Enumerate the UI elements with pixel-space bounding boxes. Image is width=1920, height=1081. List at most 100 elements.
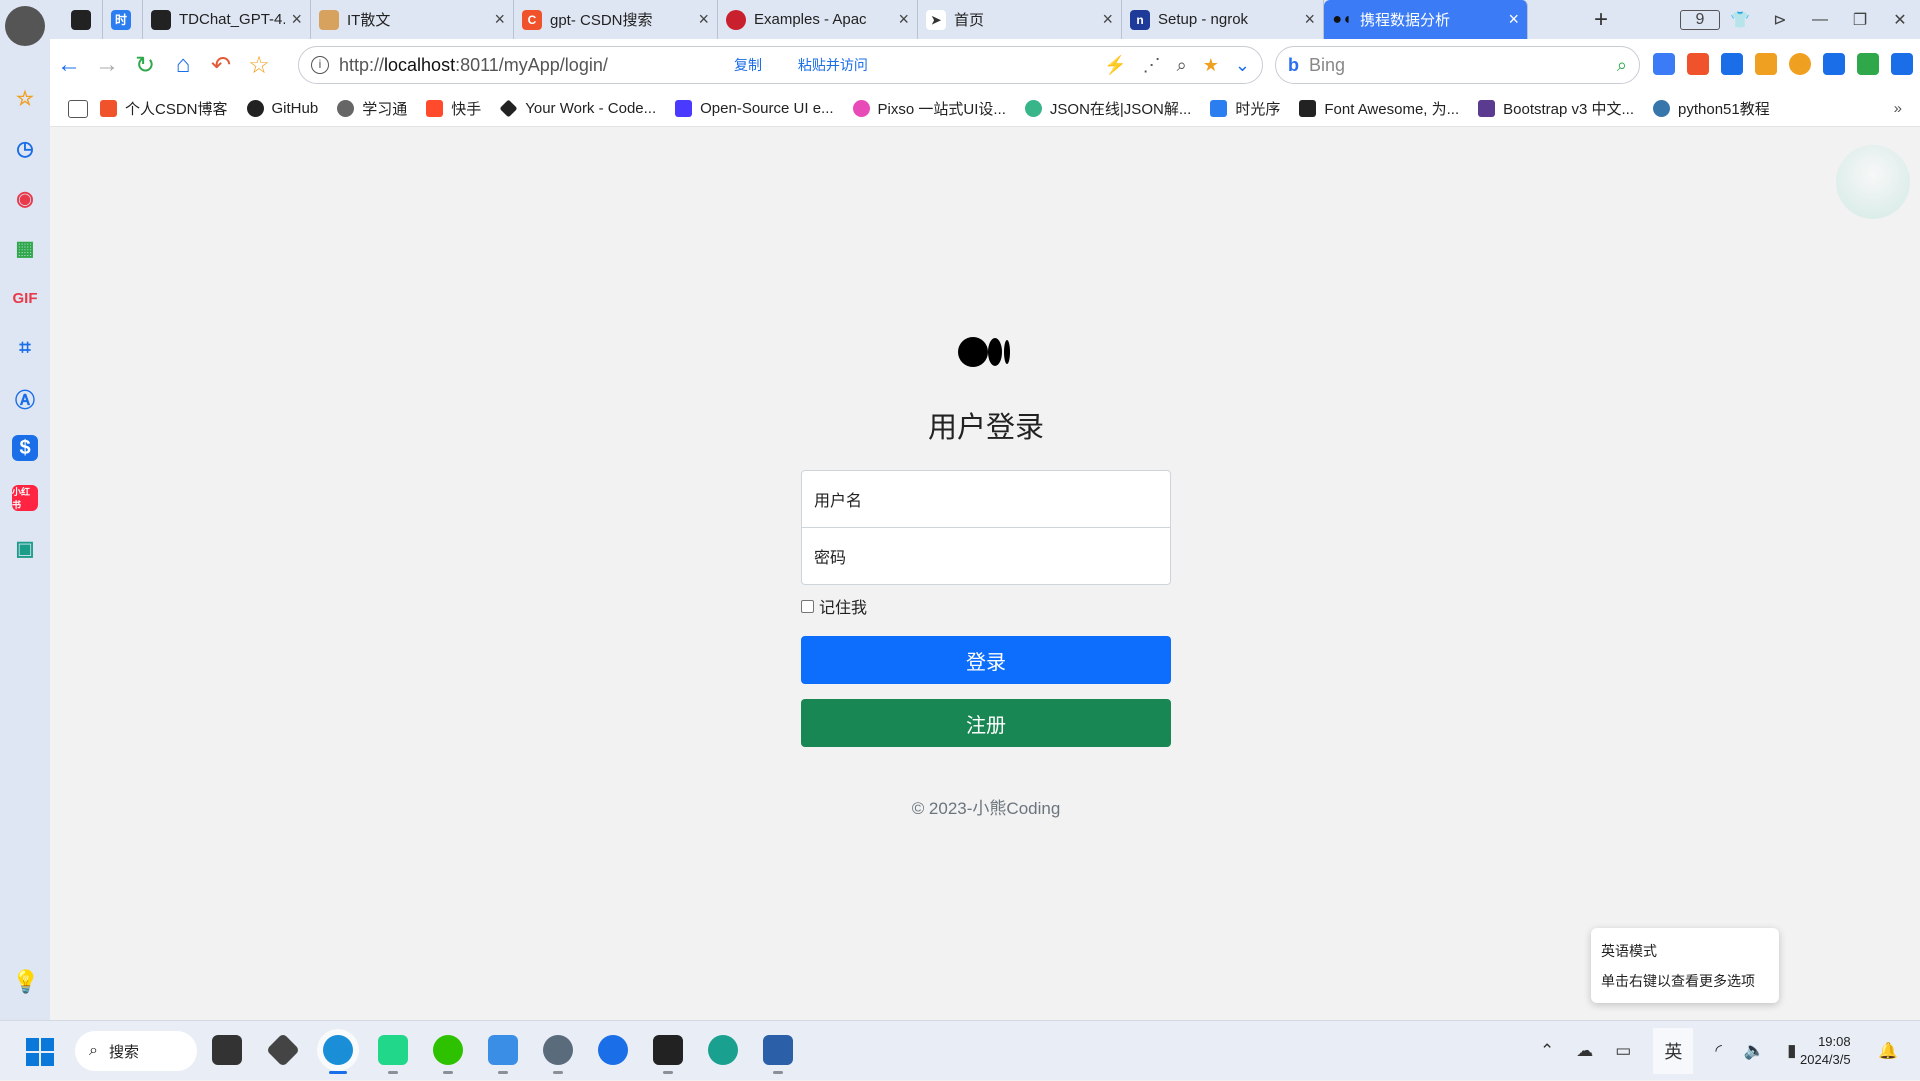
wechat-icon[interactable] <box>433 1035 463 1074</box>
close-window-icon[interactable]: ✕ <box>1880 10 1920 30</box>
reload-icon[interactable]: ↻ <box>126 51 164 80</box>
remember-checkbox[interactable] <box>801 599 814 613</box>
close-icon[interactable]: × <box>1096 9 1113 30</box>
undo-close-icon[interactable]: ↶ <box>202 51 240 80</box>
reader-icon[interactable] <box>1721 53 1743 75</box>
restore-icon[interactable]: ❐ <box>1840 10 1880 30</box>
bookmark-item[interactable]: 时光序 <box>1210 98 1280 119</box>
tab-count-button[interactable]: 9 <box>1680 9 1720 30</box>
bookmark-star-icon[interactable]: ☆ <box>240 51 278 80</box>
zoom-icon[interactable]: ⌕ <box>1177 55 1187 76</box>
bookmark-item[interactable]: Open-Source UI e... <box>675 100 834 117</box>
close-icon[interactable]: × <box>1502 9 1519 30</box>
tab[interactable]: Examples - Apac × <box>718 0 918 39</box>
bookmark-item[interactable]: Font Awesome, 为... <box>1299 98 1459 119</box>
skin-icon[interactable]: 👕 <box>1720 10 1760 30</box>
lightbulb-icon[interactable]: 💡 <box>12 969 39 995</box>
crop-icon[interactable]: ⌗ <box>12 335 38 361</box>
close-icon[interactable]: × <box>1298 9 1315 30</box>
settings-icon[interactable] <box>543 1035 573 1074</box>
chevron-down-icon[interactable]: ⌄ <box>1235 55 1250 76</box>
notification-bell-icon[interactable]: 🔔 <box>1878 1041 1898 1061</box>
tab[interactable] <box>63 0 103 39</box>
forward-arrow-icon[interactable]: → <box>88 51 126 79</box>
minimize-icon[interactable]: — <box>1800 11 1840 29</box>
tab-active[interactable]: ●◖ 携程数据分析 × <box>1324 0 1528 39</box>
share-icon[interactable]: ⋰ <box>1143 55 1161 76</box>
bookmark-item[interactable]: 快手 <box>426 98 481 119</box>
tab[interactable]: n Setup - ngrok × <box>1122 0 1324 39</box>
unity-icon[interactable] <box>266 1033 300 1067</box>
k-app-icon[interactable] <box>598 1035 628 1065</box>
password-input[interactable]: 密码 <box>801 527 1171 585</box>
text-recognition-icon[interactable]: Ⓐ <box>12 385 38 412</box>
bookmark-item[interactable]: 学习通 <box>337 98 407 119</box>
pin-icon[interactable]: ⊳ <box>1760 10 1800 30</box>
record-icon[interactable]: ◉ <box>12 185 38 211</box>
tab[interactable]: TDChat_GPT-4... × <box>143 0 311 39</box>
notepad-icon[interactable] <box>488 1035 518 1074</box>
battery-icon[interactable]: ▮ <box>1787 1041 1796 1061</box>
devcpp-icon[interactable] <box>763 1035 793 1074</box>
chevron-up-icon[interactable]: ⌃ <box>1540 1041 1554 1061</box>
site-info-icon[interactable]: i <box>311 56 329 74</box>
pycharm-icon[interactable] <box>378 1035 408 1074</box>
register-button[interactable]: 注册 <box>801 699 1171 747</box>
taskbar-search[interactable]: ⌕ 搜索 <box>75 1031 197 1071</box>
back-arrow-icon[interactable]: ← <box>50 51 88 79</box>
menu-icon[interactable] <box>1891 53 1913 75</box>
more-bookmarks-icon[interactable]: » <box>1894 100 1902 117</box>
close-icon[interactable]: × <box>692 9 709 30</box>
ime-indicator[interactable]: 英 <box>1653 1028 1694 1074</box>
cloud-icon[interactable]: ☁ <box>1576 1041 1593 1061</box>
remember-me[interactable]: 记住我 <box>801 594 867 618</box>
clock[interactable]: 19:08 2024/3/5 <box>1800 1033 1851 1069</box>
bookmark-item[interactable]: python51教程 <box>1653 98 1770 119</box>
home-icon[interactable]: ⌂ <box>164 51 202 79</box>
paste-and-go-button[interactable]: 粘贴并访问 <box>798 57 868 73</box>
close-icon[interactable]: × <box>285 9 302 30</box>
tab[interactable]: 时 <box>103 0 143 39</box>
xiaohongshu-icon[interactable]: 小红书 <box>12 485 38 511</box>
windows-start-icon[interactable] <box>26 1038 54 1066</box>
clock-icon[interactable]: ◷ <box>12 135 38 161</box>
bookmark-item[interactable]: GitHub <box>246 100 318 117</box>
login-button[interactable]: 登录 <box>801 636 1171 684</box>
terminal-icon[interactable] <box>653 1035 683 1074</box>
bookmark-item[interactable]: Your Work - Code... <box>499 99 656 118</box>
wifi-icon[interactable]: ◜ <box>1715 1041 1722 1061</box>
search-icon[interactable]: ⌕ <box>1617 55 1627 76</box>
browser-icon[interactable] <box>323 1035 353 1074</box>
gif-icon[interactable]: GIF <box>12 285 38 311</box>
user-avatar[interactable] <box>5 6 45 46</box>
username-input[interactable]: 用户名 <box>801 470 1171 528</box>
tab[interactable]: ➤ 首页 × <box>918 0 1122 39</box>
extension-icon[interactable] <box>1687 53 1709 75</box>
copy-url-button[interactable]: 复制 <box>734 57 762 73</box>
download-icon[interactable] <box>1857 53 1879 75</box>
bookmark-item[interactable]: 个人CSDN博客 <box>100 98 228 119</box>
new-tab-button[interactable]: + <box>1594 6 1608 34</box>
address-bar[interactable]: i http://localhost:8011/myApp/login/ 复制 … <box>298 46 1263 84</box>
close-icon[interactable]: × <box>892 9 909 30</box>
apps-grid-icon[interactable] <box>1755 53 1777 75</box>
tab[interactable]: IT散文 × <box>311 0 514 39</box>
file-explorer-icon[interactable] <box>212 1035 242 1065</box>
mascot-image[interactable] <box>1836 145 1910 219</box>
grid-icon[interactable]: ▦ <box>12 235 38 261</box>
favorite-star-icon[interactable]: ★ <box>1203 55 1219 76</box>
sidebar-toggle-icon[interactable] <box>68 99 88 118</box>
crop-icon[interactable] <box>1823 53 1845 75</box>
monitor-icon[interactable]: ▣ <box>12 535 38 561</box>
lightning-icon[interactable]: ⚡ <box>1104 55 1126 76</box>
tablet-icon[interactable]: ▭ <box>1615 1041 1631 1061</box>
volume-icon[interactable]: 🔈 <box>1744 1041 1765 1061</box>
night-mode-icon[interactable] <box>1789 53 1811 75</box>
translate-icon[interactable] <box>1653 53 1675 75</box>
bookmark-item[interactable]: JSON在线|JSON解... <box>1024 98 1191 119</box>
bookmark-item[interactable]: Pixso 一站式UI设... <box>852 98 1006 119</box>
close-icon[interactable]: × <box>488 9 505 30</box>
star-icon[interactable]: ☆ <box>12 85 38 111</box>
search-box[interactable]: b Bing ⌕ <box>1275 46 1640 84</box>
bookmark-item[interactable]: Bootstrap v3 中文... <box>1478 98 1634 119</box>
